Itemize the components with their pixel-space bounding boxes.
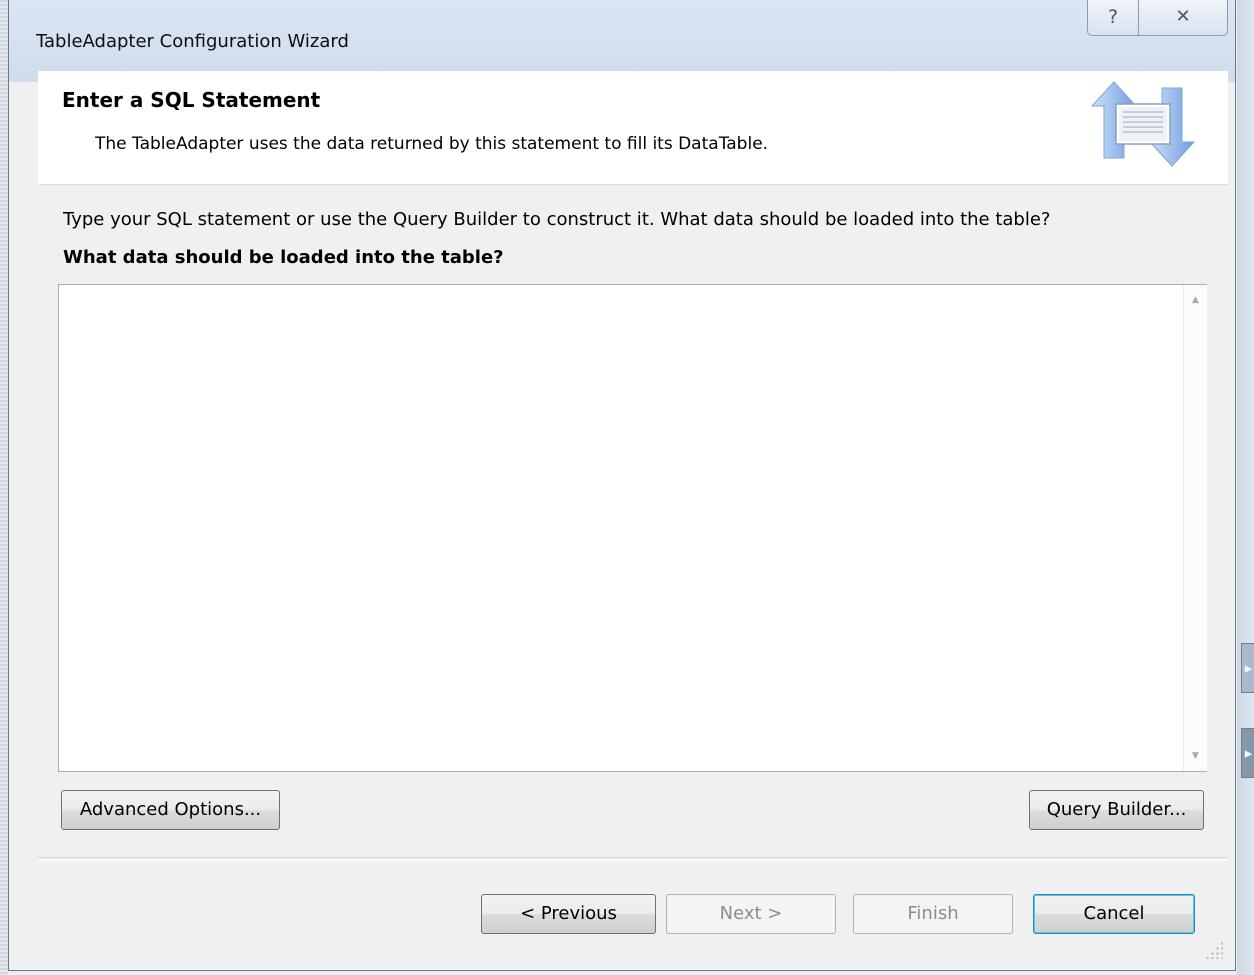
scroll-down-icon[interactable]: ▼ (1184, 745, 1207, 767)
close-button[interactable]: ✕ (1138, 0, 1228, 36)
page-title: Enter a SQL Statement (62, 88, 321, 112)
wizard-header: Enter a SQL Statement The TableAdapter u… (38, 71, 1228, 185)
background-window-edge (1237, 0, 1254, 975)
advanced-options-button[interactable]: Advanced Options... (61, 790, 280, 830)
data-transfer-arrows-icon (1090, 81, 1196, 167)
previous-button[interactable]: < Previous (481, 894, 656, 934)
background-desktop-strip (0, 0, 8, 975)
next-button[interactable]: Next > (666, 894, 836, 934)
close-icon: ✕ (1175, 6, 1191, 27)
page-subtitle: The TableAdapter uses the data returned … (95, 134, 769, 154)
vertical-scrollbar[interactable]: ▲ ▼ (1183, 285, 1207, 771)
wizard-client-area: Enter a SQL Statement The TableAdapter u… (38, 71, 1228, 961)
instruction-text: Type your SQL statement or use the Query… (63, 209, 1051, 230)
finish-button[interactable]: Finish (853, 894, 1013, 934)
scroll-up-icon[interactable]: ▲ (1184, 289, 1207, 311)
window-title: TableAdapter Configuration Wizard (36, 31, 349, 52)
wizard-window: TableAdapter Configuration Wizard ? ✕ En… (8, 0, 1236, 971)
footer-divider (38, 857, 1228, 861)
cancel-button[interactable]: Cancel (1033, 894, 1195, 934)
query-builder-button[interactable]: Query Builder... (1029, 790, 1204, 830)
resize-grip-icon[interactable] (1205, 941, 1223, 959)
sql-statement-input[interactable] (59, 285, 1183, 771)
background-edge-tab-icon: ▸ (1241, 643, 1254, 693)
background-edge-tab-icon: ▸ (1241, 728, 1254, 778)
help-button[interactable]: ? (1087, 0, 1139, 36)
title-bar[interactable]: TableAdapter Configuration Wizard ? ✕ (9, 0, 1235, 82)
question-label: What data should be loaded into the tabl… (63, 247, 504, 268)
sql-statement-box: ▲ ▼ (58, 284, 1207, 772)
help-icon: ? (1107, 6, 1119, 28)
